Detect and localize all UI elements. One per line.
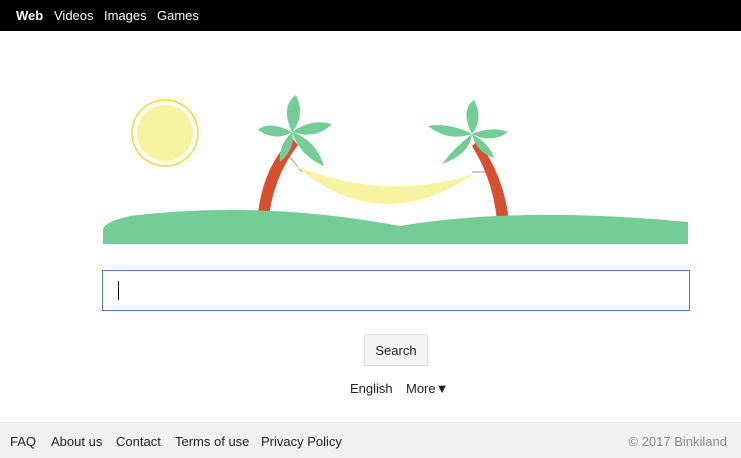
copyright-text: © 2017 Binkiland (628, 434, 727, 449)
search-input[interactable] (103, 271, 689, 310)
beach-hammock-illustration (103, 95, 688, 244)
beach-logo (100, 90, 692, 250)
sun-icon (137, 105, 193, 161)
footer-link-terms[interactable]: Terms of use (175, 434, 249, 449)
footer-link-faq[interactable]: FAQ (10, 434, 36, 449)
top-nav-bar: Web Videos Images Games (0, 0, 741, 31)
search-button[interactable]: Search (364, 334, 428, 366)
nav-images-tab[interactable]: Images (104, 8, 147, 23)
footer-link-about-us[interactable]: About us (51, 434, 102, 449)
footer-link-privacy[interactable]: Privacy Policy (261, 434, 342, 449)
more-languages-dropdown[interactable]: More▼ (406, 381, 449, 396)
footer: FAQ About us Contact Terms of use Privac… (0, 422, 741, 458)
nav-games-tab[interactable]: Games (157, 8, 199, 23)
nav-web-tab[interactable]: Web (16, 8, 43, 23)
search-box[interactable] (102, 270, 690, 311)
beach-ground (103, 209, 688, 244)
left-palm-leaves (258, 95, 332, 166)
language-english-link[interactable]: English (350, 381, 393, 396)
right-palm-leaves (428, 100, 508, 164)
nav-videos-tab[interactable]: Videos (54, 8, 94, 23)
hammock (296, 166, 474, 205)
footer-link-contact[interactable]: Contact (116, 434, 161, 449)
text-cursor (118, 281, 119, 300)
